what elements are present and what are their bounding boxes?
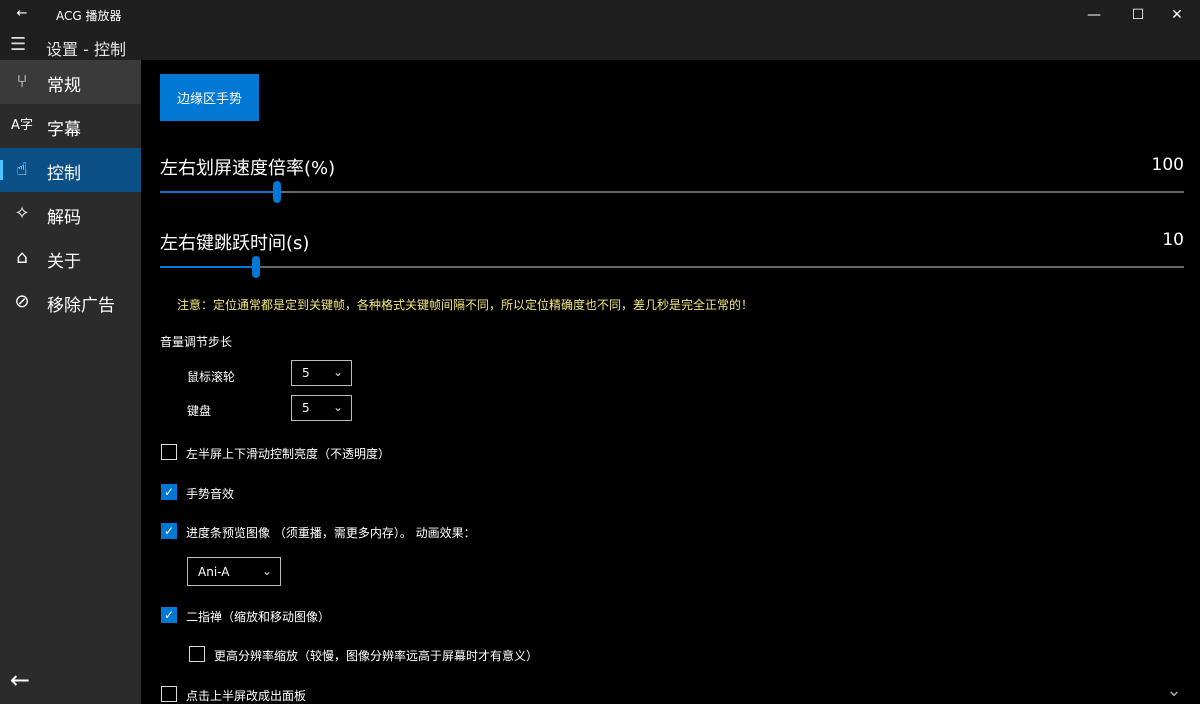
- high-res-scaling-label: 更高分辨率缩放（较慢，图像分辨率远高于屏幕时才有意义）: [214, 649, 539, 663]
- back-arrow-icon[interactable]: ←: [10, 666, 38, 694]
- slider-thumb[interactable]: [252, 256, 261, 278]
- minimize-button[interactable]: —: [1071, 0, 1117, 30]
- sidebar-item-subtitles[interactable]: A字 字幕: [0, 104, 141, 148]
- top-half-panel-label: 点击上半屏改成出面板: [186, 689, 307, 703]
- sidebar-item-control[interactable]: ☝ 控制: [0, 148, 141, 192]
- swipe-speed-value: 100: [1151, 155, 1184, 175]
- app-title: ACG 播放器: [56, 9, 122, 23]
- high-res-scaling-checkbox[interactable]: [189, 646, 205, 662]
- volume-step-label: 音量调节步长: [160, 335, 233, 349]
- title-bar: ← ACG 播放器 — ☐ ✕: [0, 0, 1200, 30]
- leaf-icon: ⊘: [14, 291, 30, 312]
- sidebar-item-label: 控制: [47, 164, 81, 184]
- keyframe-note: 注意：定位通常都是定到关键帧，各种格式关键帧间隔不同，所以定位精确度也不同，差几…: [177, 298, 754, 312]
- dropdown-value: Ani-A: [198, 565, 230, 579]
- swipe-speed-slider[interactable]: [160, 181, 1184, 203]
- mouse-wheel-step-dropdown[interactable]: 5 ⌄: [291, 360, 352, 386]
- hand-icon: ☝: [16, 159, 28, 180]
- sidebar: ⑂ 常规 A字 字幕 ☝ 控制 ✧ 解码 ⌂ 关于 ⊘ 移除广告 ←: [0, 60, 141, 704]
- left-brightness-label: 左半屏上下滑动控制亮度（不透明度）: [186, 447, 391, 461]
- font-icon: A字: [11, 118, 33, 133]
- sidebar-item-label: 常规: [47, 76, 81, 96]
- sidebar-item-label: 字幕: [47, 120, 81, 140]
- scroll-down-chevron-icon[interactable]: ⌄: [1161, 680, 1187, 702]
- sidebar-item-general[interactable]: ⑂ 常规: [0, 60, 141, 104]
- back-icon[interactable]: ←: [10, 4, 34, 24]
- slider-fill: [160, 191, 277, 193]
- utensils-icon: ⑂: [16, 71, 28, 92]
- chevron-down-icon: ⌄: [332, 365, 343, 379]
- sidebar-item-label: 关于: [47, 252, 81, 272]
- about-icon: ⌂: [16, 247, 28, 268]
- top-half-panel-checkbox[interactable]: [161, 686, 177, 702]
- keyboard-label: 键盘: [187, 404, 212, 418]
- mouse-wheel-label: 鼠标滚轮: [187, 370, 236, 384]
- sidebar-item-about[interactable]: ⌂ 关于: [0, 236, 141, 280]
- jump-time-slider[interactable]: [160, 256, 1184, 278]
- puzzle-icon: ✧: [14, 203, 30, 224]
- gesture-sound-checkbox[interactable]: ✓: [161, 484, 177, 500]
- close-button[interactable]: ✕: [1154, 0, 1200, 30]
- jump-time-value: 10: [1162, 230, 1184, 250]
- preview-image-checkbox[interactable]: ✓: [161, 523, 177, 539]
- left-brightness-checkbox[interactable]: [161, 444, 177, 460]
- slider-thumb[interactable]: [272, 181, 281, 203]
- chevron-down-icon: ⌄: [261, 564, 272, 578]
- slider-fill: [160, 266, 257, 268]
- hamburger-menu-icon[interactable]: ☰: [10, 35, 34, 55]
- jump-time-label: 左右键跳跃时间(s): [160, 233, 310, 254]
- page-header: ☰ 设置 - 控制: [0, 30, 1200, 60]
- sidebar-item-label: 解码: [47, 208, 81, 228]
- animation-effect-dropdown[interactable]: Ani-A ⌄: [187, 557, 281, 586]
- two-finger-checkbox[interactable]: ✓: [161, 607, 177, 623]
- dropdown-value: 5: [302, 366, 310, 380]
- settings-content: 边缘区手势 左右划屏速度倍率(%) 100 左右键跳跃时间(s) 10 注意：定…: [141, 60, 1200, 704]
- keyboard-step-dropdown[interactable]: 5 ⌄: [291, 395, 352, 421]
- edge-gesture-button[interactable]: 边缘区手势: [160, 74, 259, 121]
- sidebar-item-remove-ads[interactable]: ⊘ 移除广告: [0, 280, 141, 324]
- gesture-sound-label: 手势音效: [186, 487, 235, 501]
- two-finger-label: 二指禅（缩放和移动图像）: [186, 610, 331, 624]
- dropdown-value: 5: [302, 401, 310, 415]
- sidebar-item-label: 移除广告: [47, 296, 115, 316]
- sidebar-item-decoding[interactable]: ✧ 解码: [0, 192, 141, 236]
- swipe-speed-label: 左右划屏速度倍率(%): [160, 158, 336, 179]
- preview-image-label: 进度条预览图像 （须重播，需更多内存）。 动画效果：: [186, 526, 476, 540]
- chevron-down-icon: ⌄: [332, 400, 343, 414]
- page-title: 设置 - 控制: [46, 40, 126, 59]
